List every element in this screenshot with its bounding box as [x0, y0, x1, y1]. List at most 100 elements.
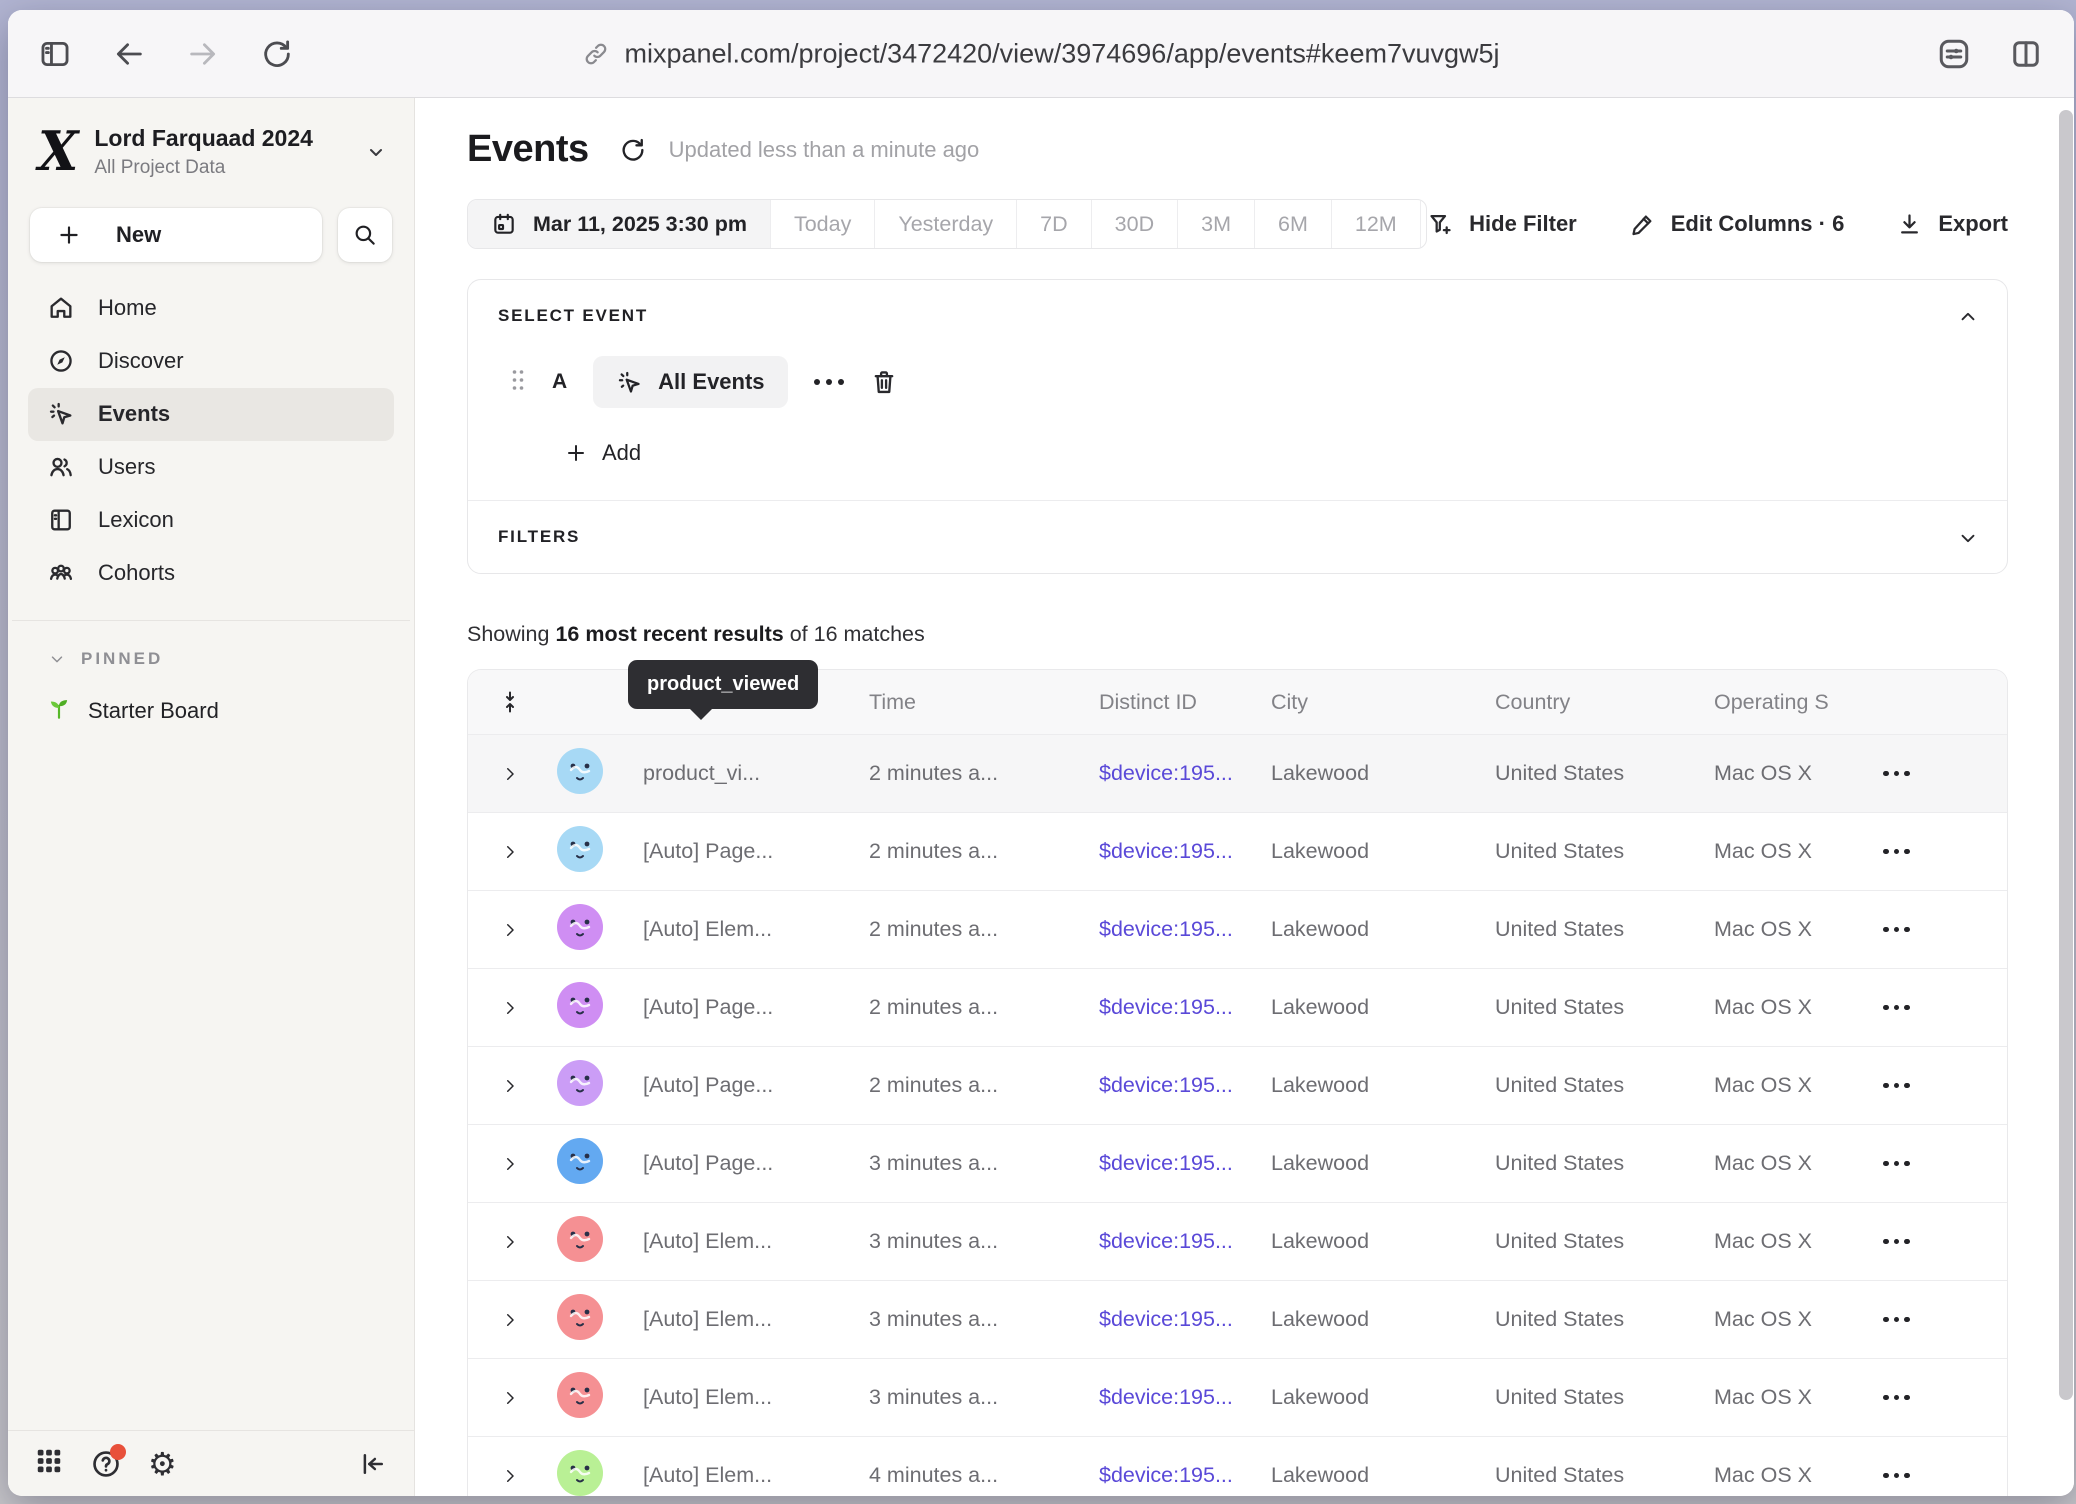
event-avatar	[557, 1450, 603, 1497]
sidebar-item-starter-board[interactable]: Starter Board	[8, 669, 414, 727]
expand-row-icon[interactable]	[501, 1155, 519, 1173]
distinct-id-link[interactable]: $device:195...	[1088, 1307, 1258, 1332]
hide-filter-button[interactable]: Hide Filter	[1427, 211, 1577, 238]
all-events-chip[interactable]: All Events	[593, 356, 787, 408]
sidebar-item-events[interactable]: Events	[28, 388, 394, 441]
pinned-section-header[interactable]: PINNED	[8, 621, 414, 669]
column-header-time[interactable]: Time	[858, 690, 1088, 715]
column-header-distinct-id[interactable]: Distinct ID	[1088, 690, 1258, 715]
sidebar-item-label: Users	[98, 454, 155, 480]
distinct-id-link[interactable]: $device:195...	[1088, 761, 1258, 786]
column-header-country[interactable]: Country	[1483, 690, 1703, 715]
expand-row-icon[interactable]	[501, 1389, 519, 1407]
row-menu-icon[interactable]	[1883, 1161, 2007, 1167]
distinct-id-link[interactable]: $device:195...	[1088, 995, 1258, 1020]
sidebar-item-label: Cohorts	[98, 560, 175, 586]
distinct-id-link[interactable]: $device:195...	[1088, 1385, 1258, 1410]
sidebar-item-lexicon[interactable]: Lexicon	[28, 494, 394, 547]
distinct-id-link[interactable]: $device:195...	[1088, 839, 1258, 864]
event-avatar	[557, 1294, 603, 1346]
row-menu-icon[interactable]	[1883, 849, 2007, 855]
table-row[interactable]: [Auto] Page... 3 minutes a... $device:19…	[468, 1124, 2007, 1202]
table-row[interactable]: [Auto] Elem... 2 minutes a... $device:19…	[468, 890, 2007, 968]
distinct-id-link[interactable]: $device:195...	[1088, 1073, 1258, 1098]
row-menu-icon[interactable]	[1883, 1005, 2007, 1011]
apps-grid-icon[interactable]	[34, 1446, 64, 1481]
table-row[interactable]: [Auto] Page... 2 minutes a... $device:19…	[468, 812, 2007, 890]
pinned-label: PINNED	[81, 649, 163, 669]
event-name: [Auto] Page...	[608, 1151, 858, 1176]
add-event-button[interactable]: Add	[564, 440, 1977, 466]
range-30d[interactable]: 30D	[1091, 200, 1177, 248]
forward-icon[interactable]	[186, 37, 220, 71]
refresh-icon[interactable]	[619, 136, 647, 164]
address-bar[interactable]: mixpanel.com/project/3472420/view/397469…	[582, 38, 1499, 69]
expand-row-icon[interactable]	[501, 1233, 519, 1251]
settings-gear-icon[interactable]: ⚙	[148, 1448, 177, 1480]
range-today[interactable]: Today	[770, 200, 874, 248]
event-time: 2 minutes a...	[858, 839, 1088, 864]
page-scrollbar[interactable]	[2059, 110, 2073, 1400]
table-row[interactable]: [Auto] Elem... 3 minutes a... $device:19…	[468, 1280, 2007, 1358]
sidebar-toggle-icon[interactable]	[38, 37, 72, 71]
column-header-os[interactable]: Operating S	[1703, 690, 1868, 715]
range-yesterday[interactable]: Yesterday	[874, 200, 1016, 248]
collapse-section-icon[interactable]	[1957, 306, 1979, 328]
sidebar-item-home[interactable]: Home	[28, 282, 394, 335]
expand-row-icon[interactable]	[501, 999, 519, 1017]
table-row[interactable]: [Auto] Elem... 4 minutes a... $device:19…	[468, 1436, 2007, 1496]
trash-icon[interactable]	[870, 368, 898, 396]
event-os: Mac OS X	[1703, 1307, 1868, 1332]
sidebar-item-discover[interactable]: Discover	[28, 335, 394, 388]
range-12m[interactable]: 12M	[1331, 200, 1420, 248]
range-6m[interactable]: 6M	[1254, 200, 1331, 248]
column-header-city[interactable]: City	[1258, 690, 1483, 715]
row-menu-icon[interactable]	[1883, 1317, 2007, 1323]
edit-columns-button[interactable]: Edit Columns · 6	[1629, 211, 1845, 238]
distinct-id-link[interactable]: $device:195...	[1088, 1463, 1258, 1488]
expand-row-icon[interactable]	[501, 765, 519, 783]
reload-icon[interactable]	[260, 37, 294, 71]
row-menu-icon[interactable]	[1883, 771, 2007, 777]
expand-row-icon[interactable]	[501, 843, 519, 861]
table-row[interactable]: product_vi... 2 minutes a... $device:195…	[468, 734, 2007, 812]
help-button[interactable]	[90, 1448, 122, 1480]
range-xtd[interactable]: XTD	[1420, 200, 1427, 248]
event-country: United States	[1483, 1229, 1703, 1254]
collapse-rows-icon[interactable]	[498, 690, 522, 714]
row-menu-icon[interactable]	[1883, 927, 2007, 933]
more-options-icon[interactable]	[814, 379, 844, 385]
table-row[interactable]: [Auto] Page... 2 minutes a... $device:19…	[468, 968, 2007, 1046]
drag-handle-icon[interactable]	[510, 367, 526, 398]
split-view-icon[interactable]	[2008, 36, 2044, 72]
expand-row-icon[interactable]	[501, 1467, 519, 1485]
event-country: United States	[1483, 839, 1703, 864]
range-7d[interactable]: 7D	[1016, 200, 1090, 248]
table-row[interactable]: [Auto] Elem... 3 minutes a... $device:19…	[468, 1202, 2007, 1280]
distinct-id-link[interactable]: $device:195...	[1088, 917, 1258, 942]
range-3m[interactable]: 3M	[1177, 200, 1254, 248]
collapse-sidebar-icon[interactable]	[358, 1449, 388, 1479]
table-row[interactable]: [Auto] Page... 2 minutes a... $device:19…	[468, 1046, 2007, 1124]
search-button[interactable]	[338, 208, 392, 262]
date-picker-button[interactable]: Mar 11, 2025 3:30 pm	[468, 200, 770, 248]
row-menu-icon[interactable]	[1883, 1083, 2007, 1089]
expand-row-icon[interactable]	[501, 921, 519, 939]
row-menu-icon[interactable]	[1883, 1395, 2007, 1401]
expand-row-icon[interactable]	[501, 1077, 519, 1095]
back-icon[interactable]	[112, 37, 146, 71]
new-button[interactable]: New	[30, 208, 322, 262]
distinct-id-link[interactable]: $device:195...	[1088, 1229, 1258, 1254]
export-button[interactable]: Export	[1896, 211, 2008, 238]
expand-section-icon[interactable]	[1957, 527, 1979, 549]
table-row[interactable]: [Auto] Elem... 3 minutes a... $device:19…	[468, 1358, 2007, 1436]
workspace-switcher[interactable]: X Lord Farquaad 2024 All Project Data	[8, 98, 414, 186]
sidebar-item-cohorts[interactable]: Cohorts	[28, 547, 394, 600]
row-menu-icon[interactable]	[1883, 1239, 2007, 1245]
row-menu-icon[interactable]	[1883, 1473, 2007, 1479]
page-settings-icon[interactable]	[1936, 36, 1972, 72]
expand-row-icon[interactable]	[501, 1311, 519, 1329]
sidebar-item-users[interactable]: Users	[28, 441, 394, 494]
distinct-id-link[interactable]: $device:195...	[1088, 1151, 1258, 1176]
event-city: Lakewood	[1258, 1151, 1483, 1176]
